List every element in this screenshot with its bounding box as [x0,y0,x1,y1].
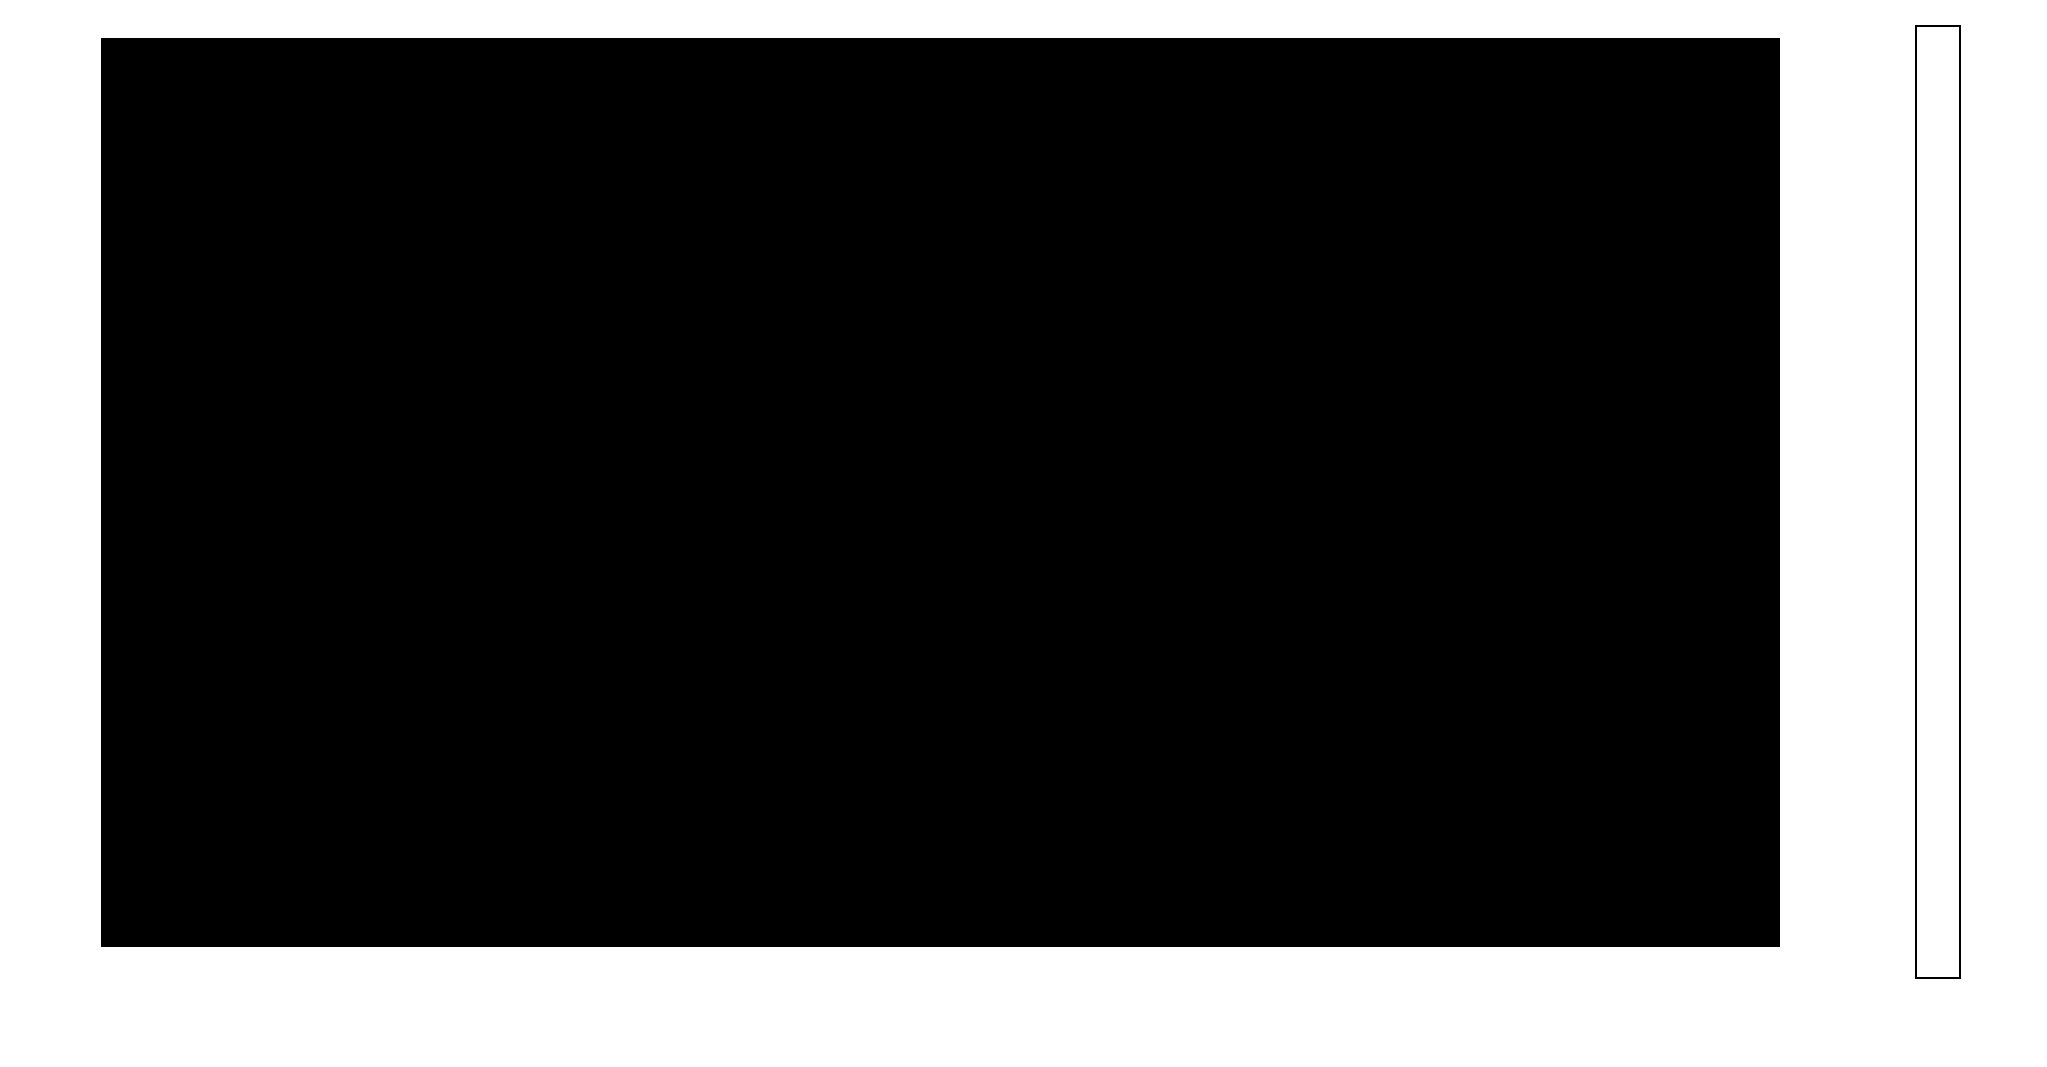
spectrogram-canvas [103,40,1778,945]
figure [0,0,2047,1067]
colorbar-canvas [1917,27,1959,977]
